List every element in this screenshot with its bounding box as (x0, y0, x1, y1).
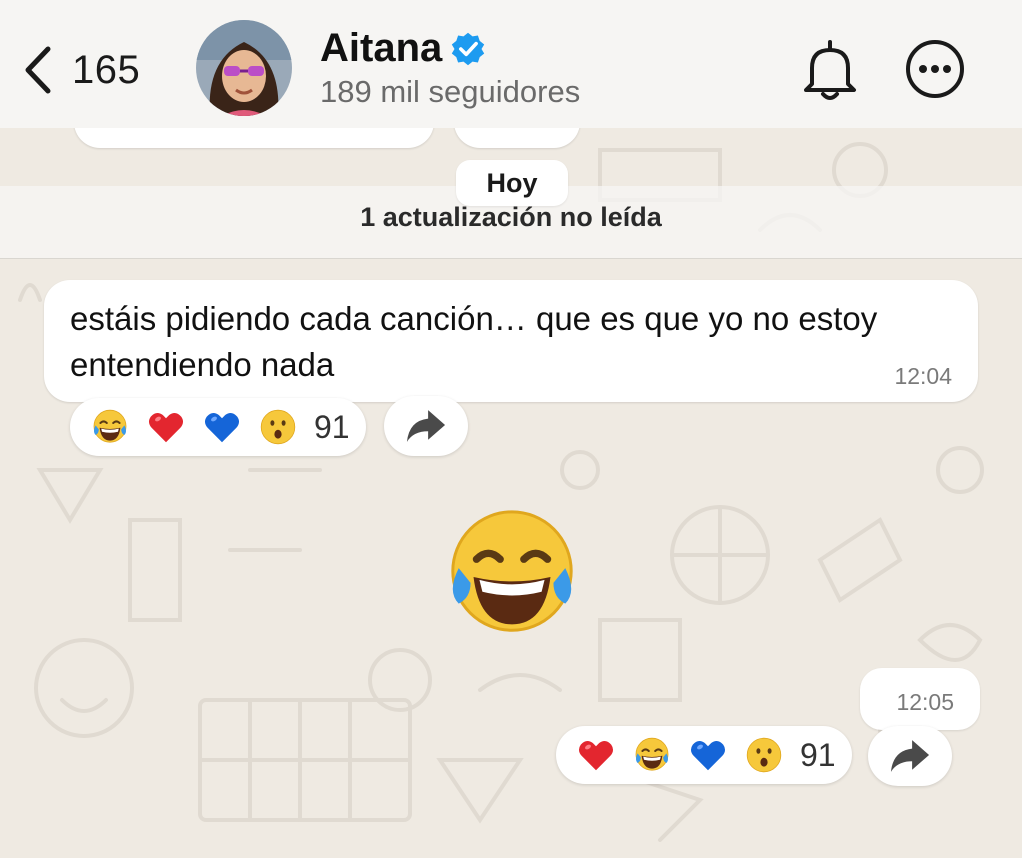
message-time: 12:04 (894, 363, 952, 389)
blue-heart-icon (202, 407, 242, 447)
surprised-face-icon (258, 407, 298, 447)
red-heart-icon (146, 407, 186, 447)
unread-count: 165 (72, 47, 141, 92)
forward-icon (404, 408, 448, 444)
avatar[interactable] (196, 20, 292, 116)
back-button[interactable]: 165 (22, 40, 140, 100)
date-separator: Hoy (456, 160, 568, 206)
contact-name[interactable]: Aitana (320, 26, 442, 71)
laughing-tears-icon (632, 735, 672, 775)
message-reactions[interactable]: 91 (70, 398, 366, 456)
blue-heart-icon (688, 735, 728, 775)
forward-button[interactable] (384, 396, 468, 456)
bell-icon[interactable] (800, 38, 860, 102)
message-text: estáis pidiendo cada canción… que es que… (70, 300, 878, 383)
verified-badge-icon (452, 32, 485, 65)
message-time: 12:05 (896, 689, 954, 715)
laughing-tears-emoji[interactable] (432, 500, 592, 648)
emoji-message-bubble[interactable]: 12:05 (860, 668, 980, 730)
red-heart-icon (576, 735, 616, 775)
message-bubble[interactable]: estáis pidiendo cada canción… que es que… (44, 280, 978, 402)
more-options-icon[interactable] (904, 38, 966, 100)
laughing-tears-icon (90, 407, 130, 447)
unread-updates-label: 1 actualización no leída (360, 202, 662, 232)
emoji-message-reactions[interactable]: 91 (556, 726, 852, 784)
chevron-left-icon (25, 46, 51, 94)
follower-count: 189 mil seguidores (320, 74, 581, 109)
surprised-face-icon (744, 735, 784, 775)
chat-header: 165 Aitana 189 mil seguidores (0, 0, 1022, 128)
reaction-count: 91 (314, 408, 350, 445)
forward-icon (888, 738, 932, 774)
reaction-count: 91 (800, 736, 836, 773)
forward-button[interactable] (868, 726, 952, 786)
